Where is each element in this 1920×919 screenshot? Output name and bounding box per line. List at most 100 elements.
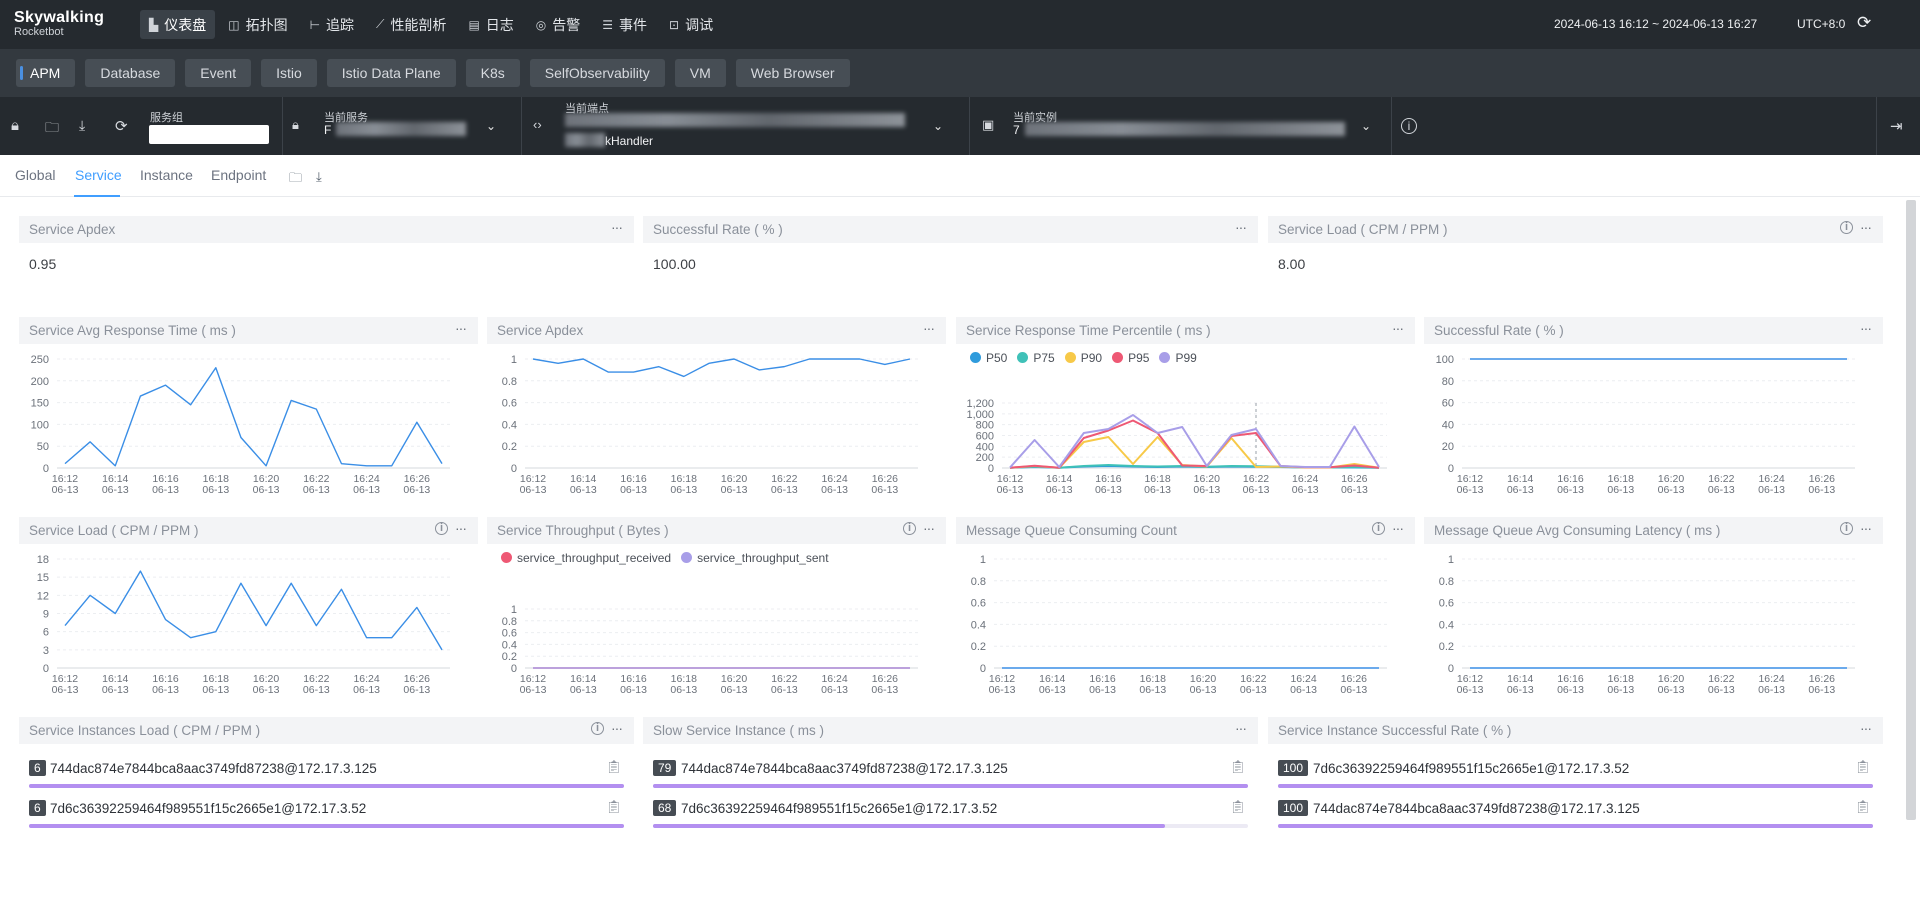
list-item[interactable]: 6 7d6c36392259464f989551f15c2665e1@172.17…: [29, 794, 624, 834]
tab-download-icon[interactable]: ⤓: [316, 169, 322, 185]
copy-icon[interactable]: 📋︎: [1229, 759, 1246, 775]
more-icon[interactable]: ···: [1392, 320, 1404, 336]
folder-icon[interactable]: 🗀: [45, 117, 59, 141]
layer-tab-selfobservability[interactable]: SelfObservability: [529, 59, 665, 87]
endpoint-chevron-down-icon[interactable]: ⌄: [933, 119, 943, 133]
layer-tab-istio-data-plane[interactable]: Istio Data Plane: [326, 59, 456, 87]
copy-icon[interactable]: 📋︎: [1229, 799, 1246, 815]
current-endpoint-value[interactable]: kHandler: [605, 134, 653, 148]
instance-chevron-down-icon[interactable]: ⌄: [1361, 119, 1371, 133]
layer-tab-database[interactable]: Database: [85, 59, 176, 87]
nav-item-1[interactable]: ◫ 拓扑图: [219, 10, 296, 39]
x-tick-label: 06-13: [871, 684, 898, 696]
y-tick-label: 0.6: [502, 628, 517, 640]
current-instance-value[interactable]: 7: [1013, 123, 1020, 137]
list-item[interactable]: 68 7d6c36392259464f989551f15c2665e1@172.1…: [653, 794, 1248, 834]
info-icon[interactable]: i: [1372, 522, 1385, 535]
info-icon[interactable]: i: [1401, 118, 1417, 134]
refresh-icon[interactable]: ⟳: [1857, 13, 1871, 33]
layer-tab-event[interactable]: Event: [185, 59, 252, 87]
info-icon[interactable]: i: [1840, 221, 1853, 234]
y-tick-label: 12: [37, 590, 49, 602]
page-scrollbar[interactable]: [1906, 200, 1916, 820]
more-icon[interactable]: ···: [923, 520, 935, 536]
more-icon[interactable]: ···: [1235, 219, 1247, 235]
time-range-picker[interactable]: 2024-06-13 16:12 ~ 2024-06-13 16:27: [1554, 17, 1757, 31]
refresh-layout-icon[interactable]: ⟳: [115, 117, 128, 135]
tab-global[interactable]: Global: [15, 167, 55, 183]
list-item[interactable]: 100 7d6c36392259464f989551f15c2665e1@172.…: [1278, 754, 1873, 794]
alarm-icon: ◎: [535, 17, 547, 32]
chart-svg: 036912151816:1206-1316:1406-1316:1606-13…: [37, 554, 450, 696]
nav-item-6[interactable]: ☰ 事件: [593, 10, 656, 39]
download-icon[interactable]: ⤓: [79, 117, 85, 134]
layer-tab-k8s[interactable]: K8s: [465, 59, 520, 87]
more-icon[interactable]: ···: [455, 320, 467, 336]
copy-icon[interactable]: 📋︎: [1854, 799, 1871, 815]
widget-title: Message Queue Avg Consuming Latency ( ms…: [1424, 517, 1883, 544]
more-icon[interactable]: ···: [1860, 320, 1872, 336]
tab-folder-icon[interactable]: 🗀: [289, 169, 302, 191]
copy-icon[interactable]: 📋︎: [605, 759, 622, 775]
list-item[interactable]: 100 744dac874e7844bca8aac3749fd87238@172.…: [1278, 794, 1873, 834]
y-tick-label: 0: [43, 663, 49, 675]
tab-service[interactable]: Service: [75, 167, 122, 183]
progress-fill: [653, 824, 1165, 828]
more-icon[interactable]: ···: [1860, 720, 1872, 736]
copy-icon[interactable]: 📋︎: [605, 799, 622, 815]
info-icon[interactable]: i: [435, 522, 448, 535]
more-icon[interactable]: ···: [455, 520, 467, 536]
tab-instance[interactable]: Instance: [140, 167, 193, 183]
more-icon[interactable]: ···: [923, 320, 935, 336]
nav-item-7[interactable]: ⊡ 调试: [660, 10, 722, 39]
more-icon[interactable]: ···: [1235, 720, 1247, 736]
skywalking-logo[interactable]: Skywalking Rocketbot: [14, 9, 104, 38]
service-group-label: 服务组: [150, 112, 183, 124]
lock-icon[interactable]: 🔒︎: [11, 117, 19, 134]
progress-fill: [653, 784, 1248, 788]
y-tick-label: 1: [511, 354, 517, 366]
layer-tabs: APM Database Event Istio Istio Data Plane K8s…: [0, 49, 1920, 97]
chart-svg: 02040608010016:1206-1316:1406-1316:1606-…: [1436, 354, 1855, 496]
x-tick-label: 06-13: [353, 684, 380, 696]
more-icon[interactable]: ···: [1860, 219, 1872, 235]
info-icon[interactable]: i: [1840, 522, 1853, 535]
x-tick-label: 06-13: [202, 484, 229, 496]
layer-tab-vm[interactable]: VM: [674, 59, 726, 87]
more-icon[interactable]: ···: [611, 720, 623, 736]
timezone-label[interactable]: UTC+8:0: [1797, 17, 1845, 31]
collapse-panel-icon[interactable]: ⇥: [1890, 117, 1903, 135]
nav-item-4[interactable]: ▤ 日志: [459, 10, 522, 39]
service-group-input[interactable]: [149, 125, 269, 144]
more-icon[interactable]: ···: [1392, 520, 1404, 536]
x-tick-label: 06-13: [1341, 484, 1368, 496]
list-item[interactable]: 79 744dac874e7844bca8aac3749fd87238@172.1…: [653, 754, 1248, 794]
nav-item-5[interactable]: ◎ 告警: [527, 10, 589, 39]
x-tick-label: 06-13: [1507, 684, 1534, 696]
info-icon[interactable]: i: [903, 522, 916, 535]
layer-tab-web-browser[interactable]: Web Browser: [735, 59, 850, 87]
x-tick-label: 06-13: [1240, 684, 1267, 696]
info-icon[interactable]: i: [591, 722, 604, 735]
current-service-value[interactable]: F: [324, 123, 331, 137]
x-tick-label: 06-13: [1708, 684, 1735, 696]
copy-icon[interactable]: 📋︎: [1854, 759, 1871, 775]
layer-tab-istio[interactable]: Istio: [261, 59, 317, 87]
x-tick-label: 06-13: [353, 484, 380, 496]
more-icon[interactable]: ···: [1860, 520, 1872, 536]
instance-name: 744dac874e7844bca8aac3749fd87238@172.17.…: [681, 761, 1008, 776]
x-tick-label: 06-13: [1607, 684, 1634, 696]
tab-endpoint[interactable]: Endpoint: [211, 167, 266, 183]
card-value: 0.95: [29, 256, 57, 272]
x-tick-label: 06-13: [403, 684, 430, 696]
chart-throughput: Service Throughput ( Bytes ) ··· i service_…: [487, 517, 946, 711]
list-instance-success-rate: Service Instance Successful Rate ( % ) ··…: [1268, 717, 1883, 847]
more-icon[interactable]: ···: [611, 219, 623, 235]
layer-tab-apm[interactable]: APM: [16, 59, 76, 87]
nav-item-0[interactable]: ▙ 仪表盘: [140, 10, 216, 39]
service-chevron-down-icon[interactable]: ⌄: [486, 119, 496, 133]
list-item[interactable]: 6 744dac874e7844bca8aac3749fd87238@172.17…: [29, 754, 624, 794]
nav-item-2[interactable]: ⊢ 追踪: [301, 10, 363, 39]
nav-item-3[interactable]: ⟋ 性能剖析: [367, 10, 455, 39]
series-line-3: [1009, 419, 1380, 469]
